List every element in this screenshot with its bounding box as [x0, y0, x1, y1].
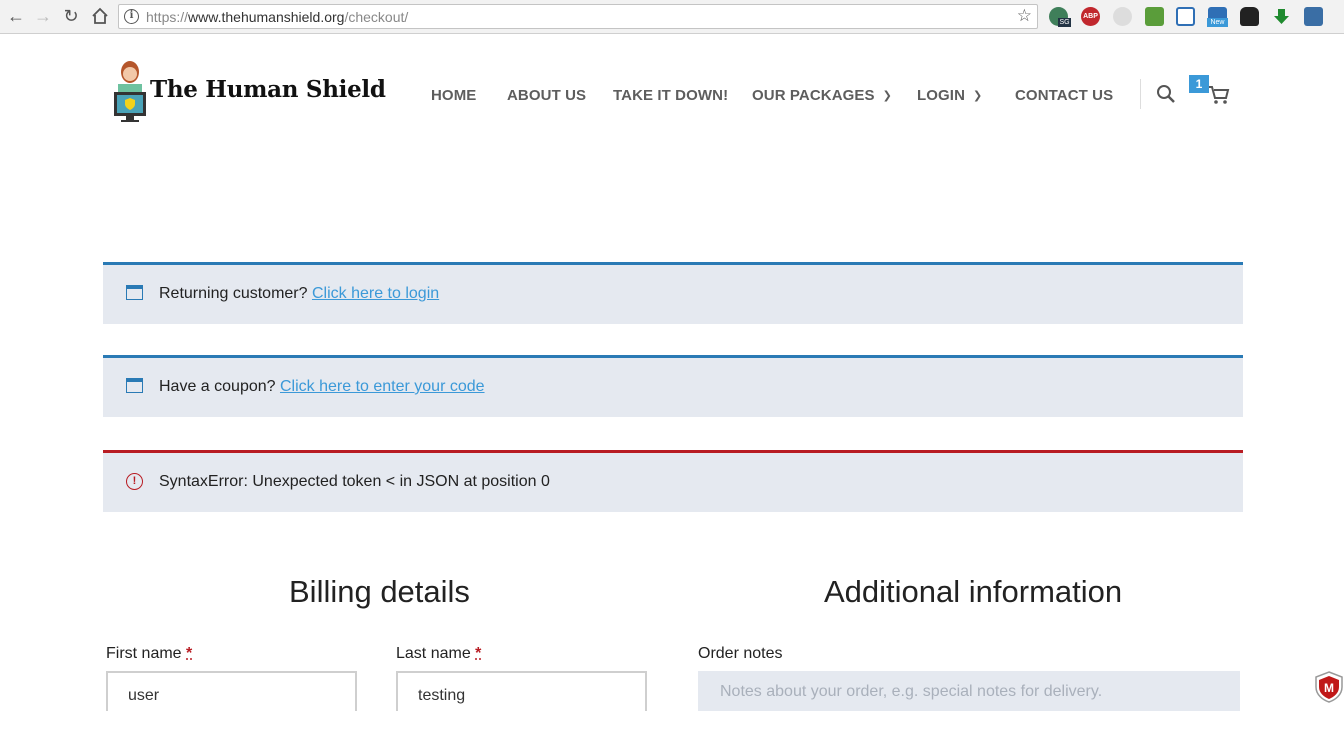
url-host: www.thehumanshield.org [188, 9, 345, 25]
coupon-notice-text: Have a coupon? Click here to enter your … [159, 378, 485, 396]
logo-text[interactable]: The Human Shield [150, 76, 386, 103]
search-icon[interactable] [1156, 84, 1176, 104]
home-icon[interactable] [89, 5, 111, 27]
error-message: SyntaxError: Unexpected token < in JSON … [159, 473, 550, 490]
bookmark-star-icon[interactable]: ☆ [1017, 6, 1032, 26]
nav-our-packages[interactable]: OUR PACKAGES ❯ [752, 87, 892, 104]
login-notice-label: Returning customer? [159, 285, 308, 302]
first-name-label: First name * [106, 645, 192, 663]
chevron-down-icon: ❯ [973, 90, 983, 102]
additional-info-heading: Additional information [824, 574, 1123, 609]
adblock-icon[interactable]: ABP [1081, 7, 1100, 26]
coupon-notice: Have a coupon? Click here to enter your … [103, 355, 1243, 417]
last-name-label-text: Last name [396, 645, 471, 662]
url-text[interactable]: https://www.thehumanshield.org/checkout/ [146, 9, 408, 25]
nav-contact-us[interactable]: CONTACT US [1015, 87, 1113, 104]
url-protocol: https:// [146, 9, 189, 25]
calendar-icon[interactable] [1176, 7, 1195, 26]
nav-home[interactable]: HOME [431, 87, 476, 104]
cart-icon[interactable] [1208, 84, 1230, 106]
nav-our-packages-label: OUR PACKAGES [752, 87, 875, 104]
download-arrow-icon[interactable] [1272, 7, 1291, 26]
nav-login[interactable]: LOGIN ❯ [917, 87, 982, 104]
order-notes-label: Order notes [698, 645, 783, 662]
billing-heading: Billing details [289, 574, 470, 609]
last-name-input[interactable]: testing [396, 671, 647, 711]
required-mark: * [475, 645, 482, 662]
order-notes-textarea[interactable]: Notes about your order, e.g. special not… [698, 671, 1240, 711]
first-name-label-text: First name [106, 645, 182, 662]
required-mark: * [186, 645, 193, 662]
error-notice: ! SyntaxError: Unexpected token < in JSO… [103, 450, 1243, 512]
svg-text:M: M [1324, 681, 1334, 695]
login-link[interactable]: Click here to login [312, 285, 439, 302]
ghostery-icon[interactable] [1240, 7, 1259, 26]
chat-icon[interactable] [1113, 7, 1132, 26]
reload-icon[interactable]: ↻ [60, 5, 82, 27]
forward-icon[interactable]: → [32, 5, 54, 27]
coupon-link[interactable]: Click here to enter your code [280, 378, 485, 395]
mcafee-shield-icon[interactable]: M [1314, 671, 1344, 703]
globe-sg-icon[interactable]: SG [1049, 7, 1071, 27]
site-info-icon[interactable]: i [124, 9, 139, 24]
browser-toolbar: ← → ↻ i https://www.thehumanshield.org/c… [0, 0, 1344, 34]
first-name-input[interactable]: user [106, 671, 357, 711]
back-icon[interactable]: ← [5, 5, 27, 27]
login-notice-text: Returning customer? Click here to login [159, 285, 439, 303]
window-icon [126, 378, 143, 393]
chevron-down-icon: ❯ [882, 90, 892, 102]
alert-icon: ! [126, 473, 143, 490]
new-badge-icon[interactable]: New [1207, 7, 1228, 27]
cart-count-badge: 1 [1189, 75, 1209, 93]
login-notice: Returning customer? Click here to login [103, 262, 1243, 324]
coupon-notice-label: Have a coupon? [159, 378, 276, 395]
evernote-icon[interactable] [1145, 7, 1164, 26]
profile-icon[interactable] [1304, 7, 1323, 26]
address-bar[interactable]: i https://www.thehumanshield.org/checkou… [118, 4, 1038, 29]
nav-login-label: LOGIN [917, 87, 965, 104]
window-icon [126, 285, 143, 300]
nav-divider [1140, 79, 1141, 109]
last-name-label: Last name * [396, 645, 481, 663]
url-path: /checkout/ [344, 9, 409, 25]
logo-mascot-icon [114, 61, 146, 122]
nav-about-us[interactable]: ABOUT US [507, 87, 586, 104]
nav-take-it-down[interactable]: TAKE IT DOWN! [613, 87, 728, 104]
